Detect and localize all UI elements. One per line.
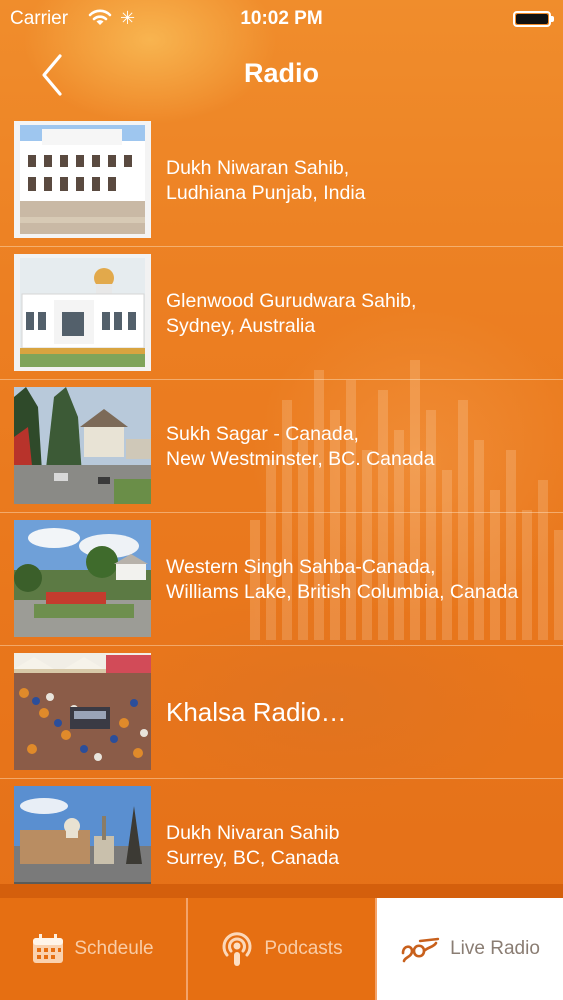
station-row[interactable]: Western Singh Sahba-Canada, Williams Lak… — [0, 513, 563, 646]
navigation-bar: Radio — [0, 38, 563, 114]
station-row[interactable]: Sukh Sagar - Canada, New Westminster, BC… — [0, 380, 563, 513]
battery-icon — [513, 11, 554, 27]
station-thumbnail — [14, 121, 151, 238]
station-list[interactable]: Dukh Niwaran Sahib, Ludhiana Punjab, Ind… — [0, 114, 563, 884]
station-name: Sukh Sagar - Canada, New Westminster, BC… — [166, 422, 435, 470]
status-bar: Carrier ✳ 10:02 PM — [0, 0, 563, 38]
station-name: Glenwood Gurudwara Sahib, Sydney, Austra… — [166, 289, 417, 337]
calendar-icon — [33, 934, 64, 963]
tab-live-radio-label: Live Radio — [450, 938, 540, 959]
page-title: Radio — [243, 58, 319, 88]
station-thumbnail — [14, 387, 151, 504]
tab-bar-divider — [0, 884, 563, 898]
station-row[interactable]: Glenwood Gurudwara Sahib, Sydney, Austra… — [0, 247, 563, 380]
tab-bar: Schdeule Podcasts Live Radio — [0, 884, 563, 1000]
clock: 10:02 PM — [240, 8, 323, 29]
tab-live-radio[interactable]: Live Radio — [377, 898, 563, 1000]
station-thumbnail — [14, 254, 151, 371]
station-row[interactable]: Khalsa Radio… — [0, 646, 563, 779]
station-name: Dukh Niwaran Sahib, Ludhiana Punjab, Ind… — [166, 156, 366, 204]
station-thumbnail — [14, 786, 151, 884]
ik-onkar-icon — [401, 937, 440, 963]
station-name: Dukh Nivaran Sahib Surrey, BC, Canada — [166, 821, 340, 869]
podcast-icon — [222, 932, 252, 966]
tab-schedule[interactable]: Schdeule — [0, 898, 186, 1000]
tab-podcasts[interactable]: Podcasts — [188, 898, 375, 1000]
station-thumbnail — [14, 653, 151, 770]
station-row[interactable]: Dukh Niwaran Sahib, Ludhiana Punjab, Ind… — [0, 114, 563, 247]
tab-schedule-label: Schdeule — [74, 938, 154, 959]
tab-podcasts-label: Podcasts — [264, 938, 343, 959]
station-row[interactable]: Dukh Nivaran Sahib Surrey, BC, Canada — [0, 779, 563, 884]
station-name: Western Singh Sahba-Canada, Williams Lak… — [166, 555, 519, 603]
station-thumbnail — [14, 520, 151, 637]
station-name: Khalsa Radio… — [166, 697, 347, 727]
